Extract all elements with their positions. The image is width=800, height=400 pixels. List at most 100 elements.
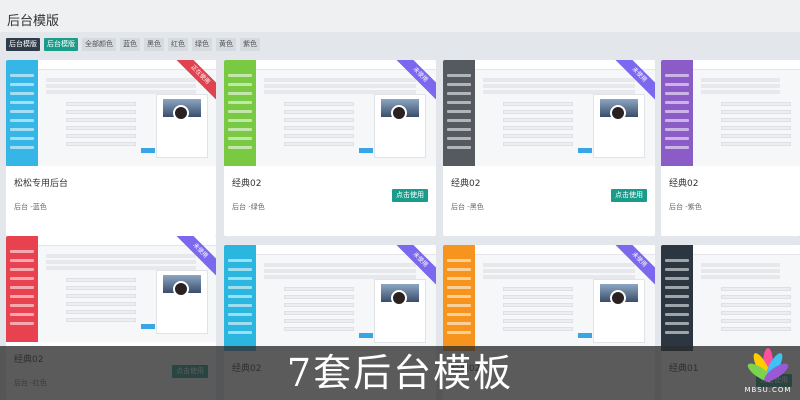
preview-sidebar-item xyxy=(447,259,471,262)
preview-row xyxy=(701,269,780,273)
preview-form-line xyxy=(721,303,791,307)
preview-sidebar-item xyxy=(10,74,34,77)
preview-sidebar-item xyxy=(447,268,471,271)
preview-button xyxy=(578,333,592,338)
use-template-button[interactable]: 点击使用 xyxy=(392,189,428,202)
template-category: 后台 -紫色 xyxy=(669,203,702,211)
preview-form-line xyxy=(721,110,791,114)
filter-chip[interactable]: 后台模版 xyxy=(6,38,40,51)
filter-chip[interactable]: 绿色 xyxy=(192,38,212,51)
preview-form-line xyxy=(284,287,354,291)
preview-sidebar-item xyxy=(228,92,252,95)
preview-form-line xyxy=(66,302,136,306)
preview-sidebar-item xyxy=(228,277,252,280)
preview-sidebar-item xyxy=(665,83,689,86)
preview-sidebar-item xyxy=(228,83,252,86)
preview-form-line xyxy=(721,327,791,331)
template-card[interactable]: 经典02 后台 -紫色 xyxy=(661,60,800,236)
filter-bar: 后台模版 后台模版 全部颜色 蓝色 黑色 红色 绿色 黄色 紫色 xyxy=(6,38,260,51)
preview-sidebar-item xyxy=(228,146,252,149)
preview-sidebar-item xyxy=(228,268,252,271)
preview-button xyxy=(359,148,373,153)
filter-chip[interactable]: 后台模版 xyxy=(44,38,78,51)
preview-row xyxy=(701,84,780,88)
preview-sidebar-item xyxy=(447,101,471,104)
preview-sidebar-item xyxy=(10,83,34,86)
preview-sidebar xyxy=(443,60,475,166)
template-name: 松松专用后台 xyxy=(14,179,69,189)
preview-form-line xyxy=(721,295,791,299)
preview-avatar xyxy=(610,105,626,121)
preview-sidebar-item xyxy=(447,286,471,289)
filter-chip[interactable]: 黑色 xyxy=(144,38,164,51)
template-card[interactable]: 正在使用松松专用后台 后台 -蓝色 xyxy=(6,60,216,236)
preview-form-line xyxy=(66,310,136,314)
preview-avatar xyxy=(391,105,407,121)
preview-sidebar-item xyxy=(228,313,252,316)
preview-button xyxy=(359,333,373,338)
preview-sidebar-item xyxy=(447,128,471,131)
preview-form-line xyxy=(503,126,573,130)
preview-form-line xyxy=(284,142,354,146)
preview-topbar xyxy=(693,245,800,255)
preview-sidebar-item xyxy=(10,110,34,113)
preview-row xyxy=(701,90,780,94)
preview-sidebar-item xyxy=(228,322,252,325)
preview-form-line xyxy=(66,102,136,106)
preview-sidebar-item xyxy=(447,295,471,298)
preview-form-line xyxy=(721,142,791,146)
preview-form-line xyxy=(284,134,354,138)
status-ribbon: 未使用 xyxy=(611,245,655,289)
template-card[interactable]: 未使用 经典02 后台 -黑色 点击使用 xyxy=(443,60,655,236)
use-template-button[interactable]: 点击使用 xyxy=(611,189,647,202)
filter-chip[interactable]: 黄色 xyxy=(216,38,236,51)
preview-form-line xyxy=(284,102,354,106)
preview-form-line xyxy=(503,287,573,291)
preview-button xyxy=(141,148,155,153)
status-ribbon: 正在使用 xyxy=(172,60,216,104)
preview-sidebar-item xyxy=(447,119,471,122)
filter-chip[interactable]: 红色 xyxy=(168,38,188,51)
preview-sidebar-item xyxy=(228,259,252,262)
template-category: 后台 -黑色 xyxy=(451,203,484,211)
filter-chip[interactable]: 全部颜色 xyxy=(82,38,116,51)
preview-sidebar-item xyxy=(665,295,689,298)
preview-sidebar-item xyxy=(665,322,689,325)
preview-row xyxy=(701,263,780,267)
preview-sidebar-item xyxy=(10,259,34,262)
preview-form-line xyxy=(284,126,354,130)
preview-form-line xyxy=(66,126,136,130)
preview-sidebar xyxy=(661,245,693,351)
preview-form-line xyxy=(503,134,573,138)
template-category: 后台 -蓝色 xyxy=(14,203,47,211)
preview-sidebar-item xyxy=(665,313,689,316)
preview-sidebar-item xyxy=(10,322,34,325)
preview-sidebar-item xyxy=(665,119,689,122)
preview-avatar xyxy=(173,105,189,121)
status-ribbon: 未使用 xyxy=(392,60,436,104)
preview-sidebar-item xyxy=(447,92,471,95)
template-name: 经典02 xyxy=(232,179,262,189)
preview-sidebar-item xyxy=(447,322,471,325)
preview-sidebar-item xyxy=(447,83,471,86)
preview-sidebar-item xyxy=(665,277,689,280)
preview-sidebar xyxy=(661,60,693,166)
template-card[interactable]: 未使用 经典02 后台 -绿色 点击使用 xyxy=(224,60,436,236)
preview-sidebar-item xyxy=(665,331,689,334)
preview-sidebar-item xyxy=(665,128,689,131)
preview-sidebar-item xyxy=(10,92,34,95)
filter-chip[interactable]: 紫色 xyxy=(240,38,260,51)
status-ribbon-label: 未使用 xyxy=(173,236,216,278)
preview-sidebar-item xyxy=(447,74,471,77)
preview-form-line xyxy=(503,142,573,146)
preview-form-line xyxy=(66,118,136,122)
status-ribbon-label: 未使用 xyxy=(612,60,655,102)
preview-form-line xyxy=(284,327,354,331)
preview-sidebar-item xyxy=(228,119,252,122)
filter-chip[interactable]: 蓝色 xyxy=(120,38,140,51)
preview-form-line xyxy=(66,134,136,138)
preview-form-line xyxy=(721,311,791,315)
preview-avatar xyxy=(610,290,626,306)
preview-form-line xyxy=(721,102,791,106)
preview-form-line xyxy=(284,319,354,323)
